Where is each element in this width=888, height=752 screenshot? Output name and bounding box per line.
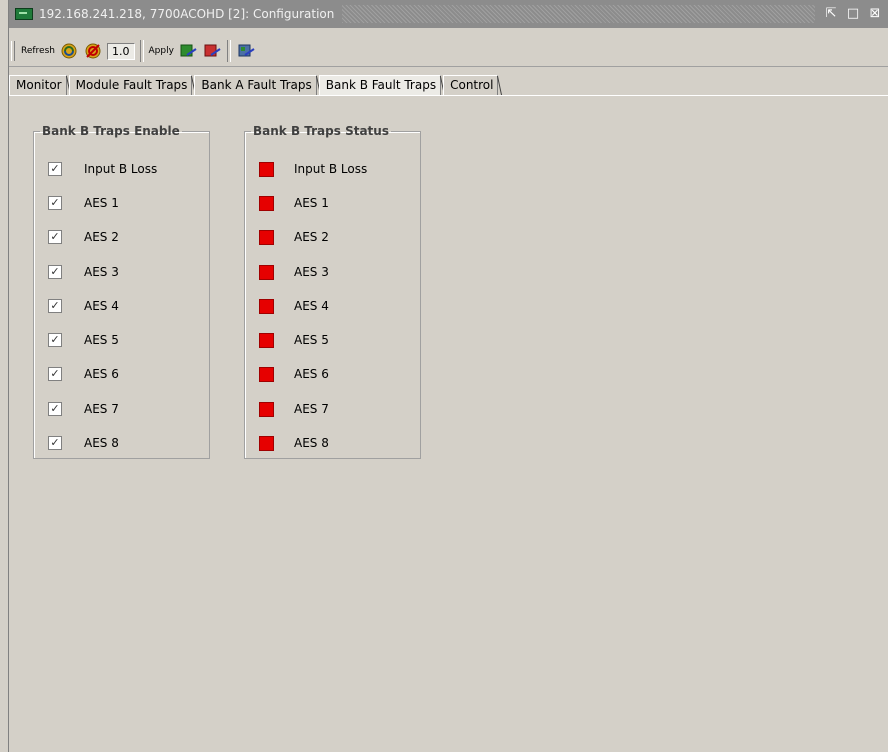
aes-5-status-led bbox=[259, 332, 274, 348]
enable-label: AES 1 bbox=[84, 196, 119, 210]
aes-8-status-led bbox=[259, 435, 274, 451]
status-label: AES 5 bbox=[294, 333, 329, 347]
status-label: AES 4 bbox=[294, 299, 329, 313]
status-label: AES 1 bbox=[294, 196, 329, 210]
status-label: AES 2 bbox=[294, 230, 329, 244]
device-icon bbox=[15, 8, 33, 20]
enable-label: AES 4 bbox=[84, 299, 119, 313]
close-icon[interactable]: ⊠ bbox=[867, 6, 883, 22]
tab-monitor[interactable]: Monitor bbox=[9, 75, 67, 95]
auto-refresh-icon[interactable] bbox=[83, 41, 103, 61]
window-title: 192.168.241.218, 7700ACOHD [2]: Configur… bbox=[39, 7, 335, 21]
status-label: AES 8 bbox=[294, 436, 329, 450]
aes-3-status-led bbox=[259, 264, 274, 280]
status-row-aes-3: AES 3 bbox=[245, 263, 329, 281]
input-b-loss-checkbox[interactable]: ✓ bbox=[48, 162, 62, 176]
traps-enable-title: Bank B Traps Enable bbox=[42, 124, 180, 138]
status-row-input-b-loss: Input B Loss bbox=[245, 160, 367, 178]
enable-row-aes-4: ✓ AES 4 bbox=[34, 297, 119, 315]
toolbar-grip bbox=[11, 41, 15, 61]
aes-2-status-led bbox=[259, 229, 274, 245]
status-label: AES 7 bbox=[294, 402, 329, 416]
aes-8-checkbox[interactable]: ✓ bbox=[48, 436, 62, 450]
toolbar: Refresh 1.0 Apply bbox=[9, 36, 888, 67]
enable-label: Input B Loss bbox=[84, 162, 158, 176]
tab-strip: Monitor Module Fault Traps Bank A Fault … bbox=[9, 74, 500, 96]
tab-bank-a-fault-traps[interactable]: Bank A Fault Traps bbox=[194, 75, 317, 95]
enable-row-aes-5: ✓ AES 5 bbox=[34, 331, 119, 349]
enable-label: AES 7 bbox=[84, 402, 119, 416]
enable-label: AES 3 bbox=[84, 265, 119, 279]
enable-row-aes-1: ✓ AES 1 bbox=[34, 194, 119, 212]
enable-label: AES 5 bbox=[84, 333, 119, 347]
status-row-aes-7: AES 7 bbox=[245, 400, 329, 418]
enable-row-aes-2: ✓ AES 2 bbox=[34, 228, 119, 246]
apply-button[interactable]: Apply bbox=[147, 44, 176, 58]
refresh-rate-field[interactable]: 1.0 bbox=[107, 42, 135, 60]
tab-module-fault-traps[interactable]: Module Fault Traps bbox=[68, 75, 193, 95]
enable-label: AES 8 bbox=[84, 436, 119, 450]
status-row-aes-6: AES 6 bbox=[245, 365, 329, 383]
traps-status-panel: Bank B Traps Status Input B Loss AES 1 A… bbox=[244, 124, 421, 459]
toolbar-separator bbox=[139, 40, 144, 62]
apply-red-icon[interactable] bbox=[202, 41, 222, 61]
status-row-aes-1: AES 1 bbox=[245, 194, 329, 212]
refresh-once-icon[interactable] bbox=[59, 41, 79, 61]
traps-enable-panel: Bank B Traps Enable ✓ Input B Loss ✓ AES… bbox=[33, 124, 210, 459]
aes-4-status-led bbox=[259, 298, 274, 314]
status-label: AES 3 bbox=[294, 265, 329, 279]
toolbar-separator bbox=[226, 40, 231, 62]
enable-label: AES 6 bbox=[84, 367, 119, 381]
tab-control[interactable]: Control bbox=[443, 75, 499, 95]
aes-4-checkbox[interactable]: ✓ bbox=[48, 299, 62, 313]
title-bar-drag-area[interactable] bbox=[342, 5, 815, 23]
aes-2-checkbox[interactable]: ✓ bbox=[48, 230, 62, 244]
status-row-aes-8: AES 8 bbox=[245, 434, 329, 452]
traps-status-title: Bank B Traps Status bbox=[253, 124, 389, 138]
refresh-button[interactable]: Refresh bbox=[19, 44, 57, 58]
status-label: AES 6 bbox=[294, 367, 329, 381]
enable-row-aes-7: ✓ AES 7 bbox=[34, 400, 119, 418]
undock-icon[interactable]: ⇱ bbox=[823, 6, 839, 22]
aes-7-checkbox[interactable]: ✓ bbox=[48, 402, 62, 416]
aes-1-checkbox[interactable]: ✓ bbox=[48, 196, 62, 210]
config-window: 192.168.241.218, 7700ACOHD [2]: Configur… bbox=[8, 0, 888, 752]
status-row-aes-4: AES 4 bbox=[245, 297, 329, 315]
title-bar[interactable]: 192.168.241.218, 7700ACOHD [2]: Configur… bbox=[9, 0, 888, 28]
enable-row-aes-3: ✓ AES 3 bbox=[34, 263, 119, 281]
enable-label: AES 2 bbox=[84, 230, 119, 244]
aes-7-status-led bbox=[259, 401, 274, 417]
enable-row-input-b-loss: ✓ Input B Loss bbox=[34, 160, 157, 178]
aes-6-status-led bbox=[259, 366, 274, 382]
status-row-aes-2: AES 2 bbox=[245, 228, 329, 246]
aes-1-status-led bbox=[259, 195, 274, 211]
enable-row-aes-6: ✓ AES 6 bbox=[34, 365, 119, 383]
enable-row-aes-8: ✓ AES 8 bbox=[34, 434, 119, 452]
aes-5-checkbox[interactable]: ✓ bbox=[48, 333, 62, 347]
tab-bank-b-fault-traps[interactable]: Bank B Fault Traps bbox=[318, 75, 442, 96]
aes-6-checkbox[interactable]: ✓ bbox=[48, 367, 62, 381]
apply-green-icon[interactable] bbox=[178, 41, 198, 61]
apply-all-icon[interactable] bbox=[236, 41, 256, 61]
tab-content-border bbox=[9, 95, 888, 96]
aes-3-checkbox[interactable]: ✓ bbox=[48, 265, 62, 279]
maximize-icon[interactable]: □ bbox=[845, 6, 861, 22]
status-row-aes-5: AES 5 bbox=[245, 331, 329, 349]
input-b-loss-status-led bbox=[259, 161, 274, 177]
status-label: Input B Loss bbox=[294, 162, 368, 176]
